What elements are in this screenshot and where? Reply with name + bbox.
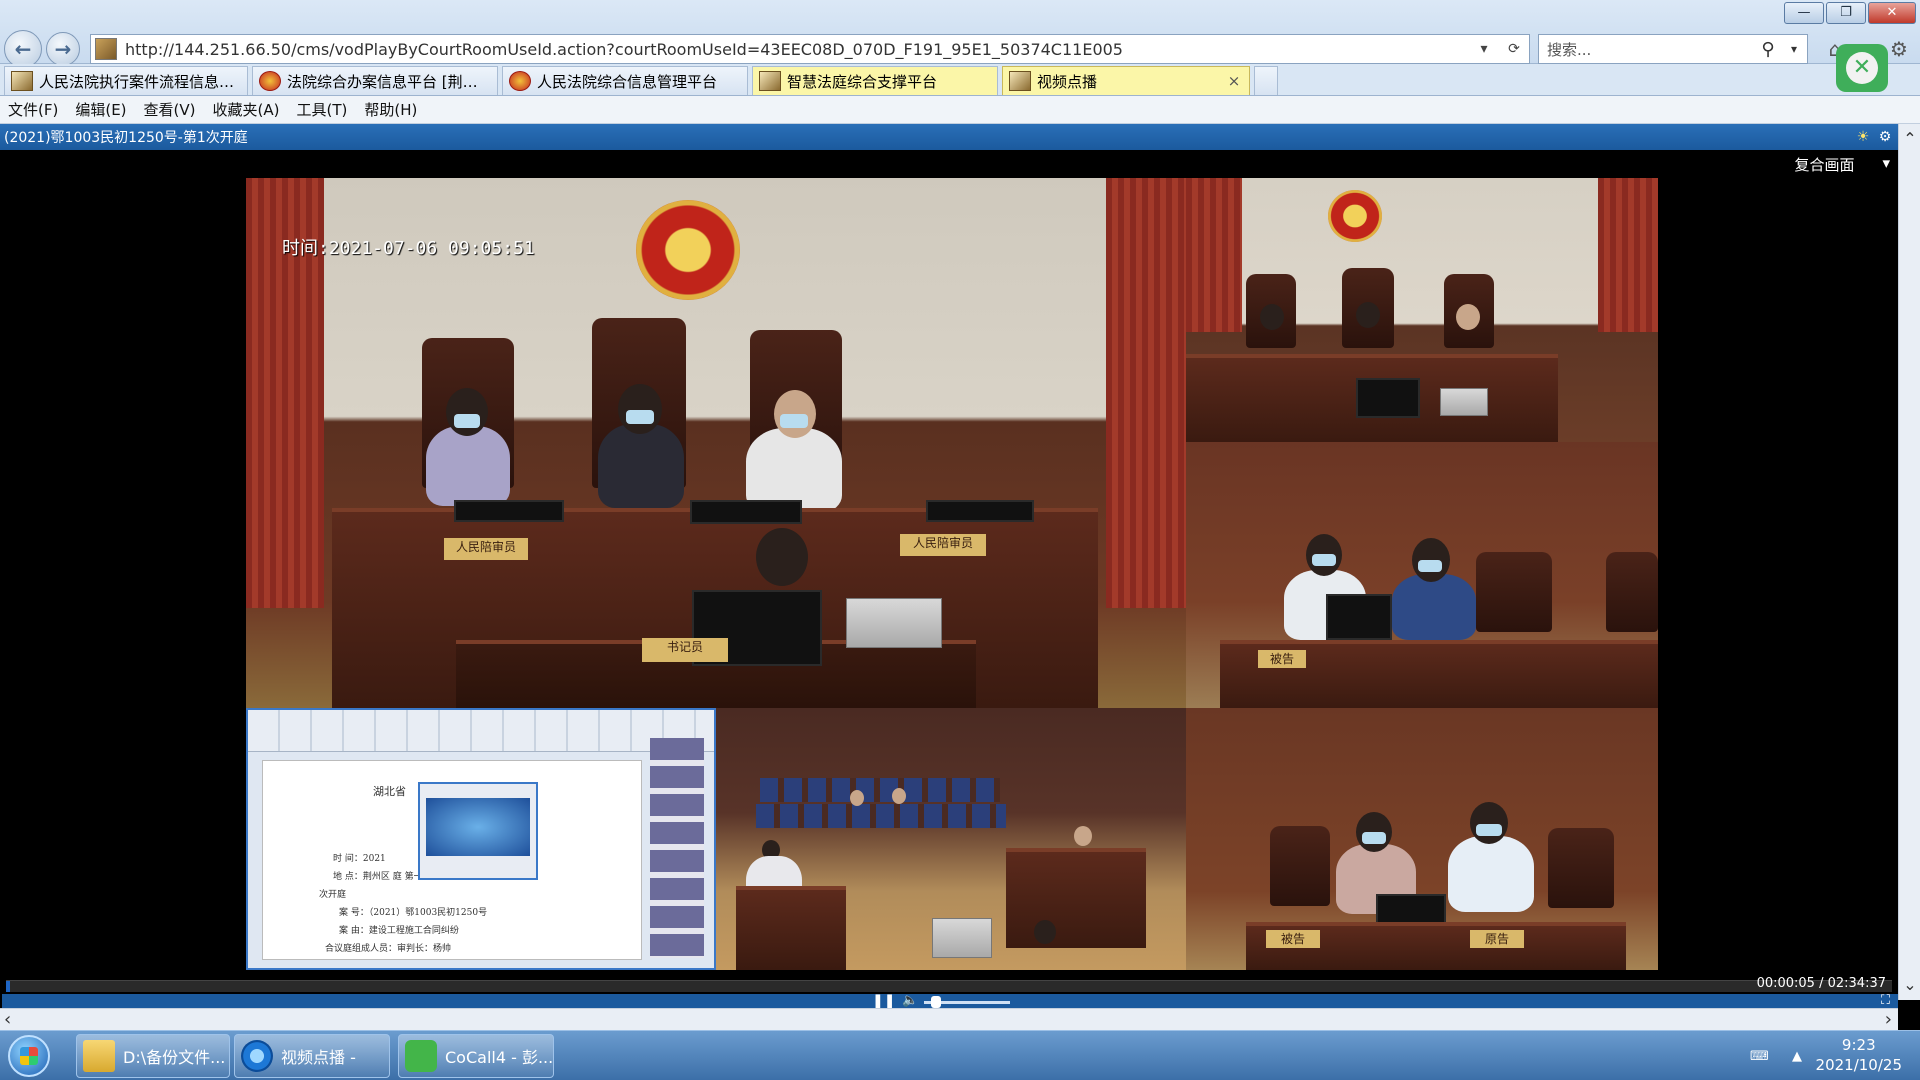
keyboard-icon[interactable]: ⌨ (1750, 1049, 1769, 1064)
tab-close-icon[interactable]: × (1225, 72, 1243, 90)
tab-info-management[interactable]: 人民法院综合信息管理平台 (502, 66, 748, 95)
volume-handle[interactable] (930, 996, 941, 1008)
address-url[interactable]: http://144.251.66.50/cms/vodPlayByCourtR… (125, 40, 1469, 59)
camera-wide-bench (1186, 178, 1658, 442)
camera-defendant: 被告 (1186, 442, 1658, 708)
menu-tools[interactable]: 工具(T) (296, 99, 347, 120)
progress-fill (6, 981, 10, 992)
minimize-button[interactable]: — (1784, 2, 1824, 24)
arrow-right-icon: → (54, 37, 72, 61)
search-box[interactable]: 搜索... ⚲ ▾ (1538, 34, 1808, 64)
start-button[interactable] (8, 1035, 50, 1077)
site-favicon-icon (11, 71, 33, 91)
menu-view[interactable]: 查看(V) (144, 99, 196, 120)
sign-clerk: 书记员 (642, 638, 728, 662)
court-emblem-icon (509, 71, 531, 91)
menu-favorites[interactable]: 收藏夹(A) (213, 99, 280, 120)
restore-button[interactable]: ❐ (1826, 2, 1866, 24)
new-tab-button[interactable] (1254, 66, 1278, 95)
video-player: 复合画面 ▾ 人民陪审员 人民陪审员 书记员 时间:2021-07-06 09:… (2, 150, 1898, 1010)
video-timestamp: 时间:2021-07-06 09:05:51 (282, 238, 535, 259)
window-controls: — ❐ ✕ (1784, 2, 1916, 24)
page-title: (2021)鄂1003民初1250号-第1次开庭 (4, 130, 248, 146)
document-dialog (418, 782, 538, 880)
scroll-up-icon[interactable]: ⌃ (1899, 124, 1920, 154)
court-emblem-icon (259, 71, 281, 91)
address-bar[interactable]: http://144.251.66.50/cms/vodPlayByCourtR… (90, 34, 1530, 64)
taskbar: D:\备份文件... 视频点播 - CoCall4 - 彭... ⌨ ▲ 9:2… (0, 1030, 1920, 1080)
scroll-right-icon[interactable]: › (1885, 1009, 1892, 1031)
total-time: 02:34:37 (1827, 976, 1886, 991)
task-ie-video[interactable]: 视频点播 - (234, 1034, 390, 1078)
menu-edit[interactable]: 编辑(E) (75, 99, 126, 120)
cocall-icon (405, 1040, 437, 1072)
tab-strip: 人民法院执行案件流程信息管... 法院综合办案信息平台 [荆州... 人民法院综… (0, 64, 1920, 96)
task-cocall[interactable]: CoCall4 - 彭... (398, 1034, 554, 1078)
forward-button[interactable]: → (46, 32, 80, 66)
back-button[interactable]: ← (4, 30, 42, 68)
folder-icon (83, 1040, 115, 1072)
camera-main-bench: 人民陪审员 人民陪审员 书记员 时间:2021-07-06 09:05:51 (246, 178, 1186, 708)
tab-video-on-demand[interactable]: 视频点播 × (1002, 66, 1250, 95)
site-favicon-icon (759, 71, 781, 91)
ie-browser-icon (241, 1040, 273, 1072)
sign-juror-left: 人民陪审员 (444, 538, 528, 560)
horizontal-scrollbar[interactable]: ‹ › (0, 1008, 1898, 1030)
search-dropdown-icon[interactable]: ▾ (1781, 42, 1807, 56)
address-dropdown-icon[interactable]: ▾ (1469, 41, 1499, 57)
search-icon[interactable]: ⚲ (1755, 39, 1781, 60)
layout-label: 复合画面 (1794, 156, 1855, 174)
menu-help[interactable]: 帮助(H) (364, 99, 417, 120)
close-icon: ✕ (1846, 52, 1878, 84)
lightbulb-icon[interactable]: ☀ (1852, 129, 1874, 145)
refresh-icon[interactable]: ⟳ (1499, 41, 1529, 57)
vertical-scrollbar[interactable]: ⌃ ⌄ (1898, 124, 1920, 1000)
gear-icon[interactable]: ⚙ (1886, 36, 1912, 62)
progress-bar[interactable] (6, 980, 1892, 992)
clock-date: 2021/10/25 (1815, 1056, 1902, 1074)
floating-close-button[interactable]: ✕ (1836, 44, 1888, 92)
site-favicon-icon (1009, 71, 1031, 91)
camera-plaintiff: 被告 原告 (1186, 708, 1658, 970)
sign-defendant: 被告 (1258, 650, 1306, 668)
pause-button[interactable]: ❚❚ (872, 993, 895, 1009)
video-composite[interactable]: 人民陪审员 人民陪审员 书记员 时间:2021-07-06 09:05:51 被… (246, 178, 1658, 970)
volume-icon[interactable]: 🔈 (902, 993, 918, 1008)
site-favicon-icon (95, 38, 117, 60)
arrow-left-icon: ← (14, 37, 32, 61)
sign-plaintiff: 原告 (1470, 930, 1524, 948)
camera-gallery (716, 708, 1186, 970)
clock-time: 9:23 (1841, 1036, 1876, 1054)
page-title-bar: (2021)鄂1003民初1250号-第1次开庭 ☀ ⚙ (0, 124, 1920, 150)
sign-defendant-2: 被告 (1266, 930, 1320, 948)
scroll-down-icon[interactable]: ⌄ (1899, 970, 1920, 1000)
browser-address-row: ← → http://144.251.66.50/cms/vodPlayByCo… (0, 0, 1920, 68)
system-clock[interactable]: 9:23 2021/10/25 (1816, 1035, 1902, 1075)
tab-execution-cases[interactable]: 人民法院执行案件流程信息管... (4, 66, 248, 95)
layout-selector[interactable]: 复合画面 ▾ (1794, 154, 1890, 175)
fullscreen-icon[interactable]: ⛶ (1881, 993, 1890, 1008)
search-input[interactable]: 搜索... (1547, 39, 1755, 60)
scroll-left-icon[interactable]: ‹ (4, 1009, 11, 1031)
tray-expand-icon[interactable]: ▲ (1792, 1049, 1802, 1064)
tab-smart-court[interactable]: 智慧法庭综合支撑平台 (752, 66, 998, 95)
document-screen-feed: 湖北省 时 间：2021 地 点：荆州区 庭 第一 次开庭 案 号：（2021）… (246, 708, 716, 970)
current-time: 00:00:05 (1756, 976, 1815, 991)
close-window-button[interactable]: ✕ (1868, 2, 1916, 24)
settings-icon[interactable]: ⚙ (1874, 129, 1896, 145)
chevron-down-icon: ▾ (1882, 154, 1890, 172)
time-readout: 00:00:05 / 02:34:37 (1756, 976, 1886, 991)
tab-case-platform[interactable]: 法院综合办案信息平台 [荆州... (252, 66, 498, 95)
menu-bar: 文件(F) 编辑(E) 查看(V) 收藏夹(A) 工具(T) 帮助(H) (0, 96, 1920, 124)
task-explorer[interactable]: D:\备份文件... (76, 1034, 230, 1078)
national-emblem-icon (1328, 190, 1382, 242)
menu-file[interactable]: 文件(F) (8, 99, 58, 120)
sign-juror-right: 人民陪审员 (900, 534, 986, 556)
national-emblem-icon (636, 200, 740, 300)
